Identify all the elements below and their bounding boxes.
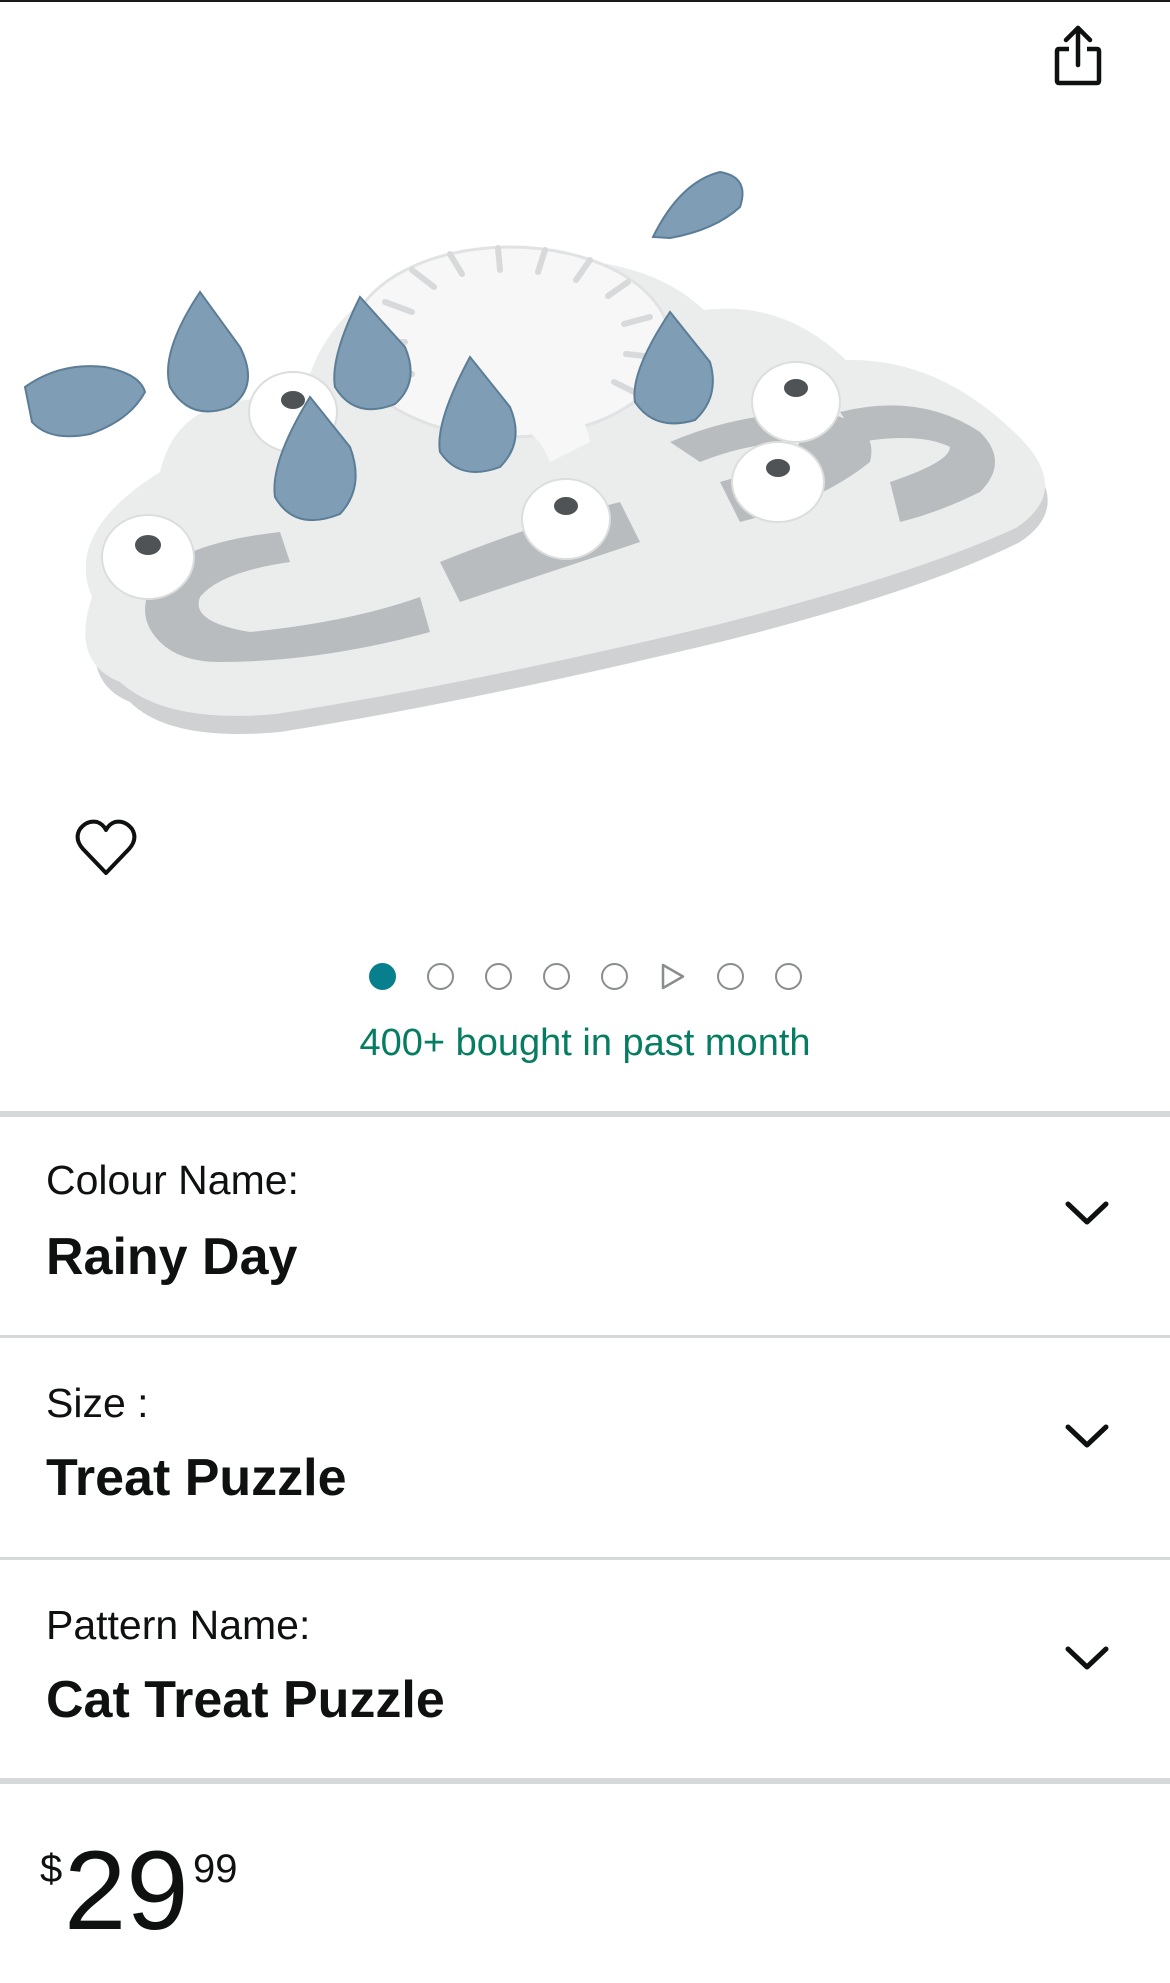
- share-icon: [1054, 25, 1102, 86]
- variation-pattern[interactable]: Pattern Name: Cat Treat Puzzle: [0, 1560, 1170, 1776]
- price-whole: 29: [64, 1828, 189, 1953]
- variation-size[interactable]: Size : Treat Puzzle: [0, 1338, 1170, 1554]
- carousel-dot-2[interactable]: [426, 962, 454, 990]
- variation-value: Rainy Day: [46, 1228, 298, 1286]
- size-dropdown-toggle[interactable]: [1064, 1413, 1110, 1459]
- price-fraction: 99: [193, 1847, 238, 1891]
- carousel-dot-1[interactable]: [368, 962, 396, 990]
- section-divider: [0, 1778, 1170, 1784]
- wishlist-button[interactable]: [72, 816, 140, 880]
- carousel-dot-8[interactable]: [774, 962, 802, 990]
- chevron-down-icon: [1065, 1201, 1109, 1225]
- price-currency-symbol: $: [40, 1847, 63, 1891]
- chevron-down-icon: [1065, 1646, 1109, 1670]
- heart-icon: [75, 819, 137, 875]
- variation-value: Cat Treat Puzzle: [46, 1671, 445, 1729]
- carousel-dot-4[interactable]: [542, 962, 570, 990]
- carousel-dot-3[interactable]: [484, 962, 512, 990]
- share-button[interactable]: [1048, 20, 1108, 92]
- carousel-dot-5[interactable]: [600, 962, 628, 990]
- variation-label: Pattern Name:: [46, 1602, 311, 1648]
- carousel-dot-video[interactable]: [659, 963, 686, 990]
- variation-colour[interactable]: Colour Name: Rainy Day: [0, 1117, 1170, 1333]
- variation-value: Treat Puzzle: [46, 1449, 347, 1507]
- play-icon: [661, 963, 684, 989]
- carousel-dot-7[interactable]: [716, 962, 744, 990]
- variation-label: Size :: [46, 1380, 149, 1426]
- bought-count-text: 400+ bought in past month: [359, 1022, 811, 1064]
- product-image-gallery[interactable]: 400+ bought in past month: [0, 2, 1170, 1112]
- variation-label: Colour Name:: [46, 1157, 299, 1203]
- image-carousel-indicator: [0, 960, 1170, 992]
- chevron-down-icon: [1065, 1424, 1109, 1448]
- product-image[interactable]: [20, 142, 1150, 752]
- pattern-dropdown-toggle[interactable]: [1064, 1635, 1110, 1681]
- colour-dropdown-toggle[interactable]: [1064, 1190, 1110, 1236]
